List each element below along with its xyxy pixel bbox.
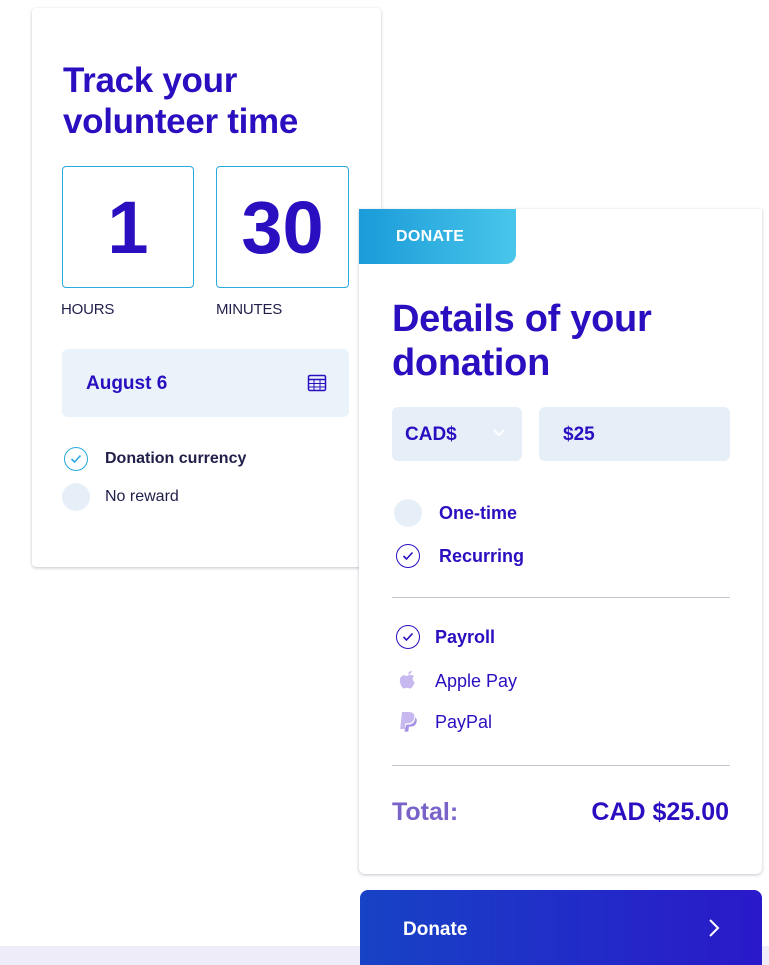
check-circle-icon xyxy=(396,544,420,568)
date-value: August 6 xyxy=(86,373,168,394)
total-value: CAD $25.00 xyxy=(591,798,729,826)
option-donation-currency[interactable]: Donation currency xyxy=(64,447,246,471)
divider xyxy=(392,597,730,598)
option-label: Donation currency xyxy=(105,450,247,467)
hours-label: HOURS xyxy=(61,301,115,318)
chevron-down-icon xyxy=(493,429,505,437)
payment-label: Apple Pay xyxy=(435,670,518,691)
frequency-recurring[interactable]: Recurring xyxy=(396,544,524,568)
donation-title: Details of your donation xyxy=(392,298,652,384)
option-label: No reward xyxy=(105,488,179,505)
donate-tab[interactable]: DONATE xyxy=(359,209,516,264)
radio-empty-icon xyxy=(62,483,90,511)
payment-label: Payroll xyxy=(435,626,496,647)
calendar-icon[interactable] xyxy=(307,373,327,393)
radio-empty-icon xyxy=(394,499,422,527)
hours-input[interactable]: 1 xyxy=(62,166,194,288)
donate-button[interactable]: Donate xyxy=(360,890,762,965)
check-circle-icon xyxy=(396,625,420,649)
divider xyxy=(392,765,730,766)
volunteer-title: Track your volunteer time xyxy=(63,61,299,141)
payment-paypal[interactable]: PayPal xyxy=(396,710,492,734)
apple-icon xyxy=(396,669,420,693)
option-no-reward[interactable]: No reward xyxy=(62,483,179,511)
amount-value: $25 xyxy=(563,424,595,445)
frequency-label: One-time xyxy=(439,502,518,523)
date-picker[interactable]: August 6 xyxy=(62,349,349,417)
minutes-input[interactable]: 30 xyxy=(216,166,349,288)
payment-payroll[interactable]: Payroll xyxy=(396,625,495,649)
total-label: Total: xyxy=(392,798,459,826)
payment-apple-pay[interactable]: Apple Pay xyxy=(396,669,517,693)
currency-value: CAD$ xyxy=(405,424,457,445)
donation-card: DONATE Details of your donation CAD$ $25… xyxy=(359,209,762,874)
paypal-icon xyxy=(396,710,420,734)
minutes-label: MINUTES xyxy=(216,301,283,318)
chevron-right-icon xyxy=(709,919,720,937)
amount-input[interactable]: $25 xyxy=(539,407,730,461)
donate-button-label: Donate xyxy=(403,919,468,940)
currency-select[interactable]: CAD$ xyxy=(392,407,522,461)
frequency-one-time[interactable]: One-time xyxy=(394,499,518,527)
volunteer-time-card: Track your volunteer time 1 30 HOURS MIN… xyxy=(32,8,381,567)
payment-label: PayPal xyxy=(435,711,493,732)
check-circle-icon xyxy=(64,447,88,471)
frequency-label: Recurring xyxy=(439,545,525,566)
